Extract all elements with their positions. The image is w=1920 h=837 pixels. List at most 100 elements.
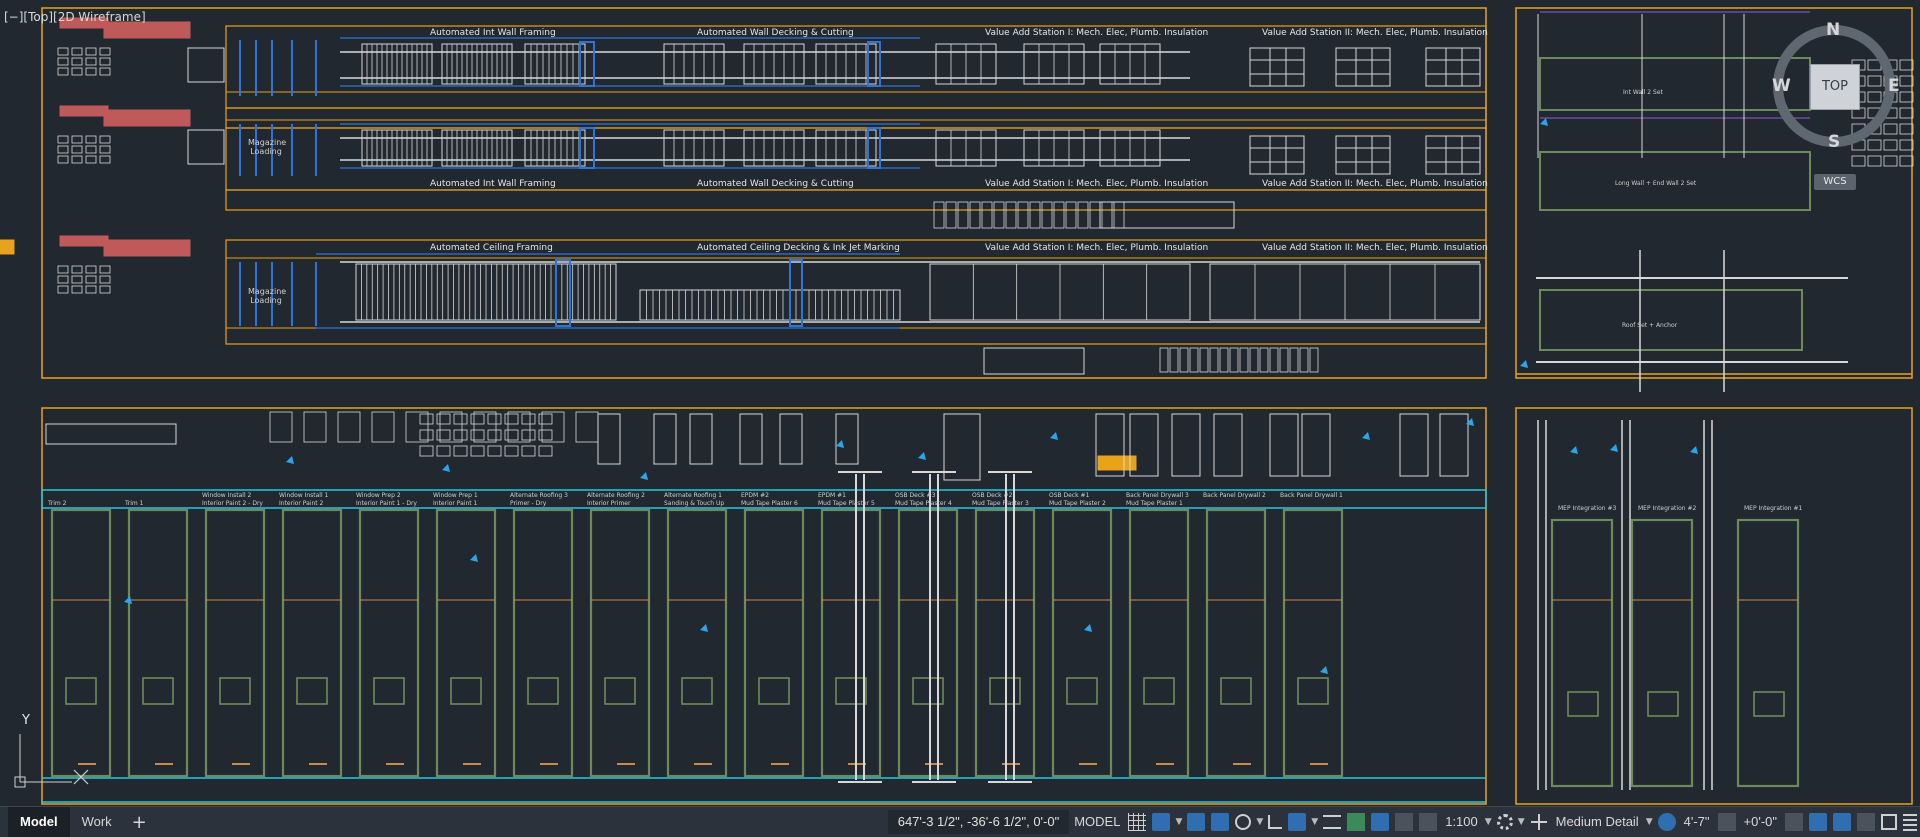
panel-stack	[436, 445, 451, 457]
infer-constraints-icon[interactable]	[1187, 813, 1206, 831]
material-stack	[1077, 201, 1089, 229]
shelving-unit	[1425, 135, 1481, 175]
viewcube[interactable]: N S W E TOP	[1772, 16, 1920, 166]
osnap-dropdown-icon[interactable]: ▼	[1311, 817, 1318, 827]
bay-label-top: Window Install 2	[202, 492, 252, 499]
object-snap-icon[interactable]	[1288, 813, 1307, 831]
gear-icon[interactable]	[1496, 814, 1513, 830]
material-stack	[1289, 347, 1299, 373]
bay-label-bottom: Primer - Dry	[510, 500, 547, 507]
bay-module	[1282, 508, 1344, 778]
panel-stack	[470, 429, 485, 441]
offset-value[interactable]: +0'-0"	[1739, 807, 1782, 837]
polar-dropdown-icon[interactable]: ▼	[1256, 817, 1263, 827]
viewcube-top-face[interactable]: TOP	[1810, 64, 1860, 110]
drawing-canvas[interactable]: [−][Top][2D Wireframe] Automated Int Wal…	[0, 0, 1920, 806]
add-layout-button[interactable]: +	[124, 812, 155, 833]
material-stack	[1029, 201, 1041, 229]
bay-room	[65, 677, 97, 705]
polar-tracking-icon[interactable]	[1235, 814, 1252, 830]
bay-room	[604, 677, 636, 705]
model-space-button[interactable]: MODEL	[1069, 807, 1125, 837]
parts-rack	[71, 155, 83, 164]
parts-rack	[71, 47, 83, 56]
clean-screen-icon[interactable]	[1857, 813, 1875, 831]
bottom-area-boundary	[41, 407, 1487, 805]
material-stack	[1113, 201, 1125, 229]
material-stack	[1239, 347, 1249, 373]
ortho-mode-icon[interactable]	[1211, 813, 1230, 831]
material-stack	[981, 201, 993, 229]
parts-rack	[99, 145, 111, 154]
parts-rack	[99, 135, 111, 144]
annotation-visibility-icon[interactable]	[1371, 813, 1390, 831]
isodraft-icon[interactable]	[1268, 815, 1283, 829]
bay-room	[1647, 691, 1679, 717]
bay-label-top: OSB Deck #2	[972, 492, 1013, 499]
lineweight-icon[interactable]	[1323, 815, 1342, 829]
material-stack	[1089, 201, 1101, 229]
bay-label-bottom: Interior Paint 2 - Dry	[202, 500, 263, 507]
tab-model[interactable]: Model	[8, 807, 70, 837]
label-r3-2: Automated Ceiling Decking & Ink Jet Mark…	[697, 243, 900, 253]
material-stack	[1159, 347, 1169, 373]
panel-stack	[436, 413, 451, 425]
transparency-icon[interactable]	[1347, 813, 1366, 831]
hardware-accel-icon[interactable]	[1809, 813, 1827, 831]
equipment-rack	[269, 411, 293, 443]
panel-stack	[521, 445, 536, 457]
label-r3-4: Value Add Station II: Mech. Elec, Plumb.…	[1262, 243, 1488, 253]
cabinet	[597, 413, 621, 465]
wcs-menu[interactable]: WCS	[1814, 174, 1856, 190]
annotation-scale-value[interactable]: 1:100	[1440, 807, 1483, 837]
bay-label-bottom: Mud Tape Plaster 1	[1126, 500, 1183, 507]
detail-dropdown-icon[interactable]: ▼	[1646, 817, 1653, 827]
material-stack	[933, 201, 945, 229]
bay-room	[758, 677, 790, 705]
cut-plane-icon[interactable]	[1717, 813, 1736, 831]
viewport-controls-label[interactable]: [−][Top][2D Wireframe]	[4, 10, 146, 24]
compass-w[interactable]: W	[1772, 76, 1791, 96]
mep-label-1: MEP Integration #1	[1744, 505, 1803, 512]
scale-dropdown-icon[interactable]: ▼	[1485, 817, 1492, 827]
snap-mode-icon[interactable]	[1152, 813, 1171, 831]
parts-rack	[57, 155, 69, 164]
isolate-icon[interactable]	[1785, 813, 1803, 831]
workspace-dropdown-icon[interactable]: ▼	[1518, 817, 1525, 827]
bay-room	[1220, 677, 1252, 705]
annotation-scale-icon[interactable]	[1419, 813, 1438, 831]
panel-stack	[419, 445, 434, 457]
customize-icon[interactable]	[1881, 814, 1897, 830]
parts-rack	[71, 57, 83, 66]
mep-module	[1550, 518, 1614, 788]
plus-icon[interactable]	[1529, 813, 1548, 831]
cabinet	[689, 413, 713, 465]
menu-icon[interactable]	[1903, 813, 1917, 831]
shelving-unit	[1335, 135, 1391, 175]
material-stack	[957, 201, 969, 229]
snap-dropdown-icon[interactable]: ▼	[1175, 817, 1182, 827]
detail-level-select[interactable]: Medium Detail	[1551, 807, 1644, 837]
tab-work[interactable]: Work	[70, 807, 124, 837]
panel-stack	[538, 429, 553, 441]
pipe-marker-icon	[1362, 432, 1370, 440]
pipe-marker-icon	[442, 464, 450, 472]
elevation-value[interactable]: 4'-7"	[1679, 807, 1715, 837]
forklift	[0, 239, 15, 255]
coordinate-readout[interactable]: 647'-3 1/2", -36'-6 1/2", 0'-0"	[887, 810, 1070, 834]
compass-e[interactable]: E	[1888, 76, 1900, 96]
material-stack	[993, 201, 1005, 229]
bay-label-bottom: Mud Tape Plaster 5	[818, 500, 875, 507]
compass-n[interactable]: N	[1826, 20, 1840, 40]
compass-s[interactable]: S	[1828, 132, 1840, 152]
label-r1-1: Automated Int Wall Framing	[430, 28, 556, 38]
parts-rack	[85, 155, 97, 164]
elevation-icon[interactable]	[1657, 813, 1676, 831]
grid-icon[interactable]	[1128, 813, 1147, 831]
label-r1-3: Value Add Station I: Mech. Elec, Plumb. …	[985, 28, 1209, 38]
autoscale-icon[interactable]	[1395, 813, 1414, 831]
bay-label-top: Window Prep 1	[433, 492, 478, 499]
graphics-perf-icon[interactable]	[1833, 813, 1851, 831]
bay-room	[1753, 691, 1785, 717]
parts-rack	[99, 155, 111, 164]
